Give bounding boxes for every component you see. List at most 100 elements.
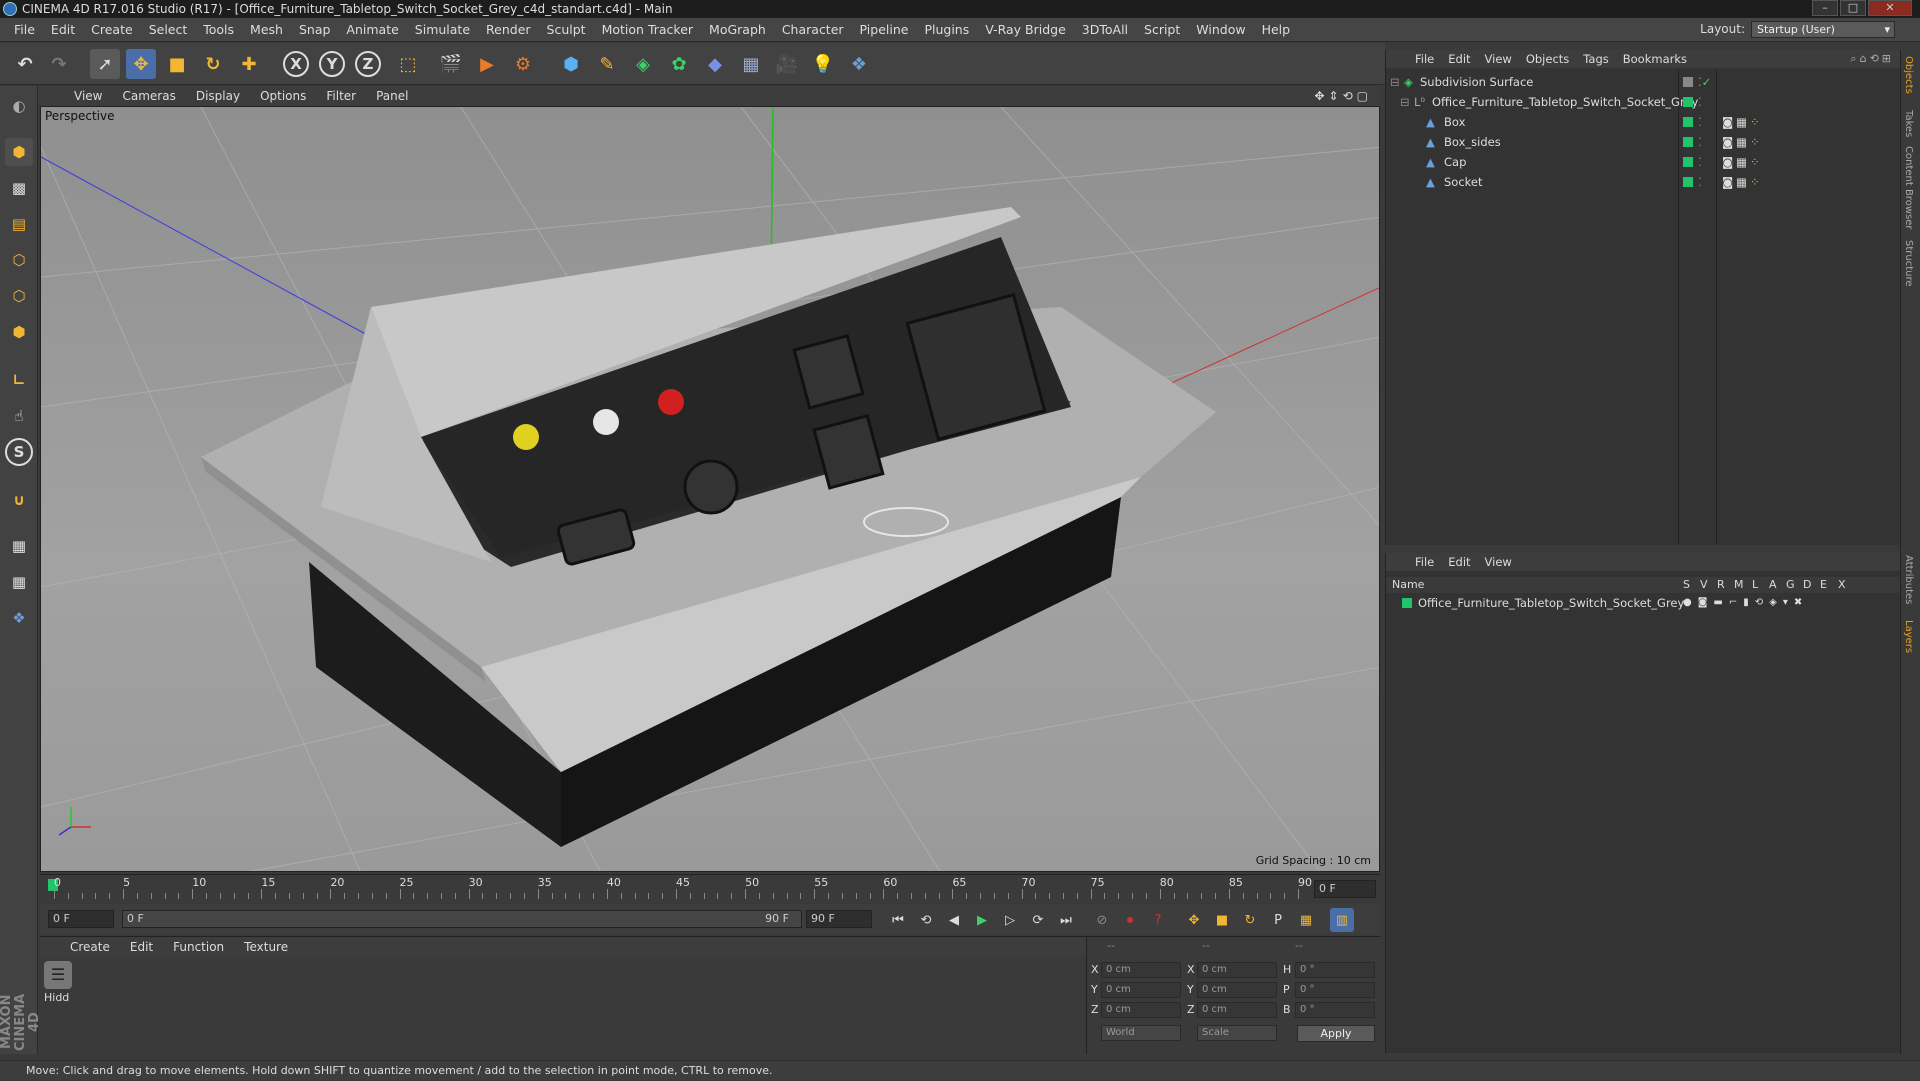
record-keys-icon[interactable]: ⊘ bbox=[1090, 908, 1114, 932]
rot-p-field[interactable]: 0 ° bbox=[1295, 982, 1375, 998]
visibility-dots-icon[interactable]: ⁚ bbox=[1698, 152, 1702, 172]
undo-icon[interactable]: ↶ bbox=[10, 49, 40, 79]
visibility-dots-icon[interactable]: ⁚ bbox=[1698, 172, 1702, 192]
menu-vray-bridge[interactable]: V-Ray Bridge bbox=[977, 22, 1074, 37]
menu-create[interactable]: Create bbox=[83, 22, 141, 37]
edges-mode-icon[interactable]: ⬡ bbox=[5, 282, 33, 310]
visibility-dots-icon[interactable]: ⁚ bbox=[1698, 132, 1702, 152]
light-icon[interactable]: 💡 bbox=[808, 49, 838, 79]
menu-motion-tracker[interactable]: Motion Tracker bbox=[594, 22, 701, 37]
camera-icon[interactable]: 🎥 bbox=[772, 49, 802, 79]
menu-file[interactable]: File bbox=[6, 22, 43, 37]
material-menu-edit[interactable]: Edit bbox=[120, 940, 163, 954]
next-key-icon[interactable]: ⟳ bbox=[1026, 908, 1050, 932]
layer-color-swatch[interactable] bbox=[1402, 598, 1412, 608]
key-rotation-icon[interactable]: ↻ bbox=[1238, 908, 1262, 932]
tab-objects[interactable]: Objects bbox=[1903, 56, 1914, 94]
apply-button[interactable]: Apply bbox=[1297, 1025, 1375, 1042]
viewport-menu-panel[interactable]: Panel bbox=[366, 89, 418, 103]
key-position-icon[interactable]: ✥ bbox=[1182, 908, 1206, 932]
cloner-icon[interactable]: ✿ bbox=[664, 49, 694, 79]
workplane-mode-icon[interactable]: ▤ bbox=[5, 210, 33, 238]
collapse-icon[interactable]: ⊟ bbox=[1400, 92, 1410, 112]
rot-h-field[interactable]: 0 ° bbox=[1295, 962, 1375, 978]
pos-y-field[interactable]: 0 cm bbox=[1101, 982, 1181, 998]
object-row-socket[interactable]: ▲ Socket ⁚ ◙▦⁘ bbox=[1386, 172, 1900, 192]
key-parameter-icon[interactable]: P bbox=[1266, 908, 1290, 932]
tag-icons[interactable]: ◙▦⁘ bbox=[1722, 172, 1763, 192]
menu-pipeline[interactable]: Pipeline bbox=[852, 22, 917, 37]
tag-icons[interactable]: ◙▦⁘ bbox=[1722, 152, 1763, 172]
workplane-icon[interactable]: ▦ bbox=[5, 568, 33, 596]
material-thumbnail[interactable]: ☰ bbox=[44, 961, 72, 989]
timeline-ruler[interactable]: 0 5 10 15 20 25 30 35 40 45 50 55 60 65 70 75 80 85 90 0 F bbox=[40, 874, 1380, 902]
object-row-subdivision-surface[interactable]: ⊟ ◈ Subdivision Surface ⁚✓ bbox=[1386, 72, 1900, 92]
menu-animate[interactable]: Animate bbox=[338, 22, 406, 37]
viewport-menu-options[interactable]: Options bbox=[250, 89, 316, 103]
om-menu-tags[interactable]: Tags bbox=[1576, 52, 1615, 66]
key-scale-icon[interactable]: ■ bbox=[1210, 908, 1234, 932]
lm-menu-edit[interactable]: Edit bbox=[1441, 555, 1477, 569]
menu-render[interactable]: Render bbox=[478, 22, 539, 37]
maximize-button[interactable]: □ bbox=[1840, 0, 1866, 16]
size-y-field[interactable]: 0 cm bbox=[1197, 982, 1277, 998]
object-row-box-sides[interactable]: ▲ Box_sides ⁚ ◙▦⁘ bbox=[1386, 132, 1900, 152]
rot-b-field[interactable]: 0 ° bbox=[1295, 1002, 1375, 1018]
go-to-start-icon[interactable]: ⏮ bbox=[886, 908, 910, 932]
axis-mode-icon[interactable]: ∟ bbox=[5, 366, 33, 394]
model-mode-icon[interactable]: ⬢ bbox=[5, 138, 33, 166]
menu-sculpt[interactable]: Sculpt bbox=[539, 22, 594, 37]
viewport-nav-icons[interactable]: ✥⇕⟲▢ bbox=[1314, 89, 1372, 103]
subdivision-icon[interactable]: ◈ bbox=[628, 49, 658, 79]
menu-simulate[interactable]: Simulate bbox=[407, 22, 478, 37]
menu-character[interactable]: Character bbox=[774, 22, 852, 37]
tab-layers[interactable]: Layers bbox=[1903, 620, 1914, 653]
menu-plugins[interactable]: Plugins bbox=[916, 22, 977, 37]
size-mode-select[interactable]: Scale bbox=[1197, 1025, 1277, 1041]
menu-tools[interactable]: Tools bbox=[195, 22, 242, 37]
tag-icons[interactable]: ◙▦⁘ bbox=[1722, 112, 1763, 132]
viewport-menu-display[interactable]: Display bbox=[186, 89, 250, 103]
search-icon[interactable]: ⌕⌂⟲⊞ bbox=[1850, 52, 1894, 66]
layer-row[interactable]: Office_Furniture_Tabletop_Switch_Socket_… bbox=[1386, 593, 1900, 613]
prev-frame-icon[interactable]: ◀ bbox=[942, 908, 966, 932]
texture-mode-icon[interactable]: ▩ bbox=[5, 174, 33, 202]
tab-takes[interactable]: Takes bbox=[1903, 110, 1914, 137]
material-menu-function[interactable]: Function bbox=[163, 940, 234, 954]
transform-tool-icon[interactable]: ✚ bbox=[234, 49, 264, 79]
object-row-cap[interactable]: ▲ Cap ⁚ ◙▦⁘ bbox=[1386, 152, 1900, 172]
python-script-icon[interactable]: ❖ bbox=[5, 604, 33, 632]
magnet-icon[interactable]: ∪ bbox=[5, 486, 33, 514]
size-z-field[interactable]: 0 cm bbox=[1197, 1002, 1277, 1018]
polygons-mode-icon[interactable]: ⬢ bbox=[5, 318, 33, 346]
viewport-menu-filter[interactable]: Filter bbox=[316, 89, 366, 103]
cube-icon[interactable]: ⬢ bbox=[556, 49, 586, 79]
coordinate-system-icon[interactable]: ⬚ bbox=[393, 49, 423, 79]
menu-mesh[interactable]: Mesh bbox=[242, 22, 291, 37]
close-button[interactable]: ✕ bbox=[1868, 0, 1912, 16]
coordinate-system-select[interactable]: World bbox=[1101, 1025, 1181, 1041]
pos-z-field[interactable]: 0 cm bbox=[1101, 1002, 1181, 1018]
object-row-office-furniture[interactable]: ⊟ L⁰ Office_Furniture_Tabletop_Switch_So… bbox=[1386, 92, 1900, 112]
menu-script[interactable]: Script bbox=[1136, 22, 1188, 37]
menu-snap[interactable]: Snap bbox=[291, 22, 338, 37]
play-icon[interactable]: ▶ bbox=[970, 908, 994, 932]
move-tool-icon[interactable]: ✥ bbox=[126, 49, 156, 79]
go-to-end-icon[interactable]: ⏭ bbox=[1054, 908, 1078, 932]
keyframe-selection-icon[interactable]: ? bbox=[1146, 908, 1170, 932]
om-menu-objects[interactable]: Objects bbox=[1519, 52, 1576, 66]
autokey-icon[interactable]: ⏺ bbox=[1118, 908, 1142, 932]
layer-toggle-icons[interactable]: ●◙▬⌐▮⟲◈▾✖ bbox=[1683, 593, 1808, 613]
y-axis-lock-button[interactable]: Y bbox=[319, 51, 345, 77]
x-axis-lock-button[interactable]: X bbox=[283, 51, 309, 77]
current-frame-field[interactable]: 0 F bbox=[1314, 880, 1376, 898]
floor-icon[interactable]: ▦ bbox=[736, 49, 766, 79]
render-settings-icon[interactable]: ⚙ bbox=[508, 49, 538, 79]
render-view-icon[interactable]: 🎬 bbox=[436, 49, 466, 79]
snap-icon[interactable]: S bbox=[5, 438, 33, 466]
menu-mograph[interactable]: MoGraph bbox=[701, 22, 774, 37]
render-picture-viewer-icon[interactable]: ▶ bbox=[472, 49, 502, 79]
visibility-dots-icon[interactable]: ⁚✓ bbox=[1698, 72, 1711, 92]
viewport-menu-cameras[interactable]: Cameras bbox=[112, 89, 185, 103]
menu-edit[interactable]: Edit bbox=[43, 22, 83, 37]
